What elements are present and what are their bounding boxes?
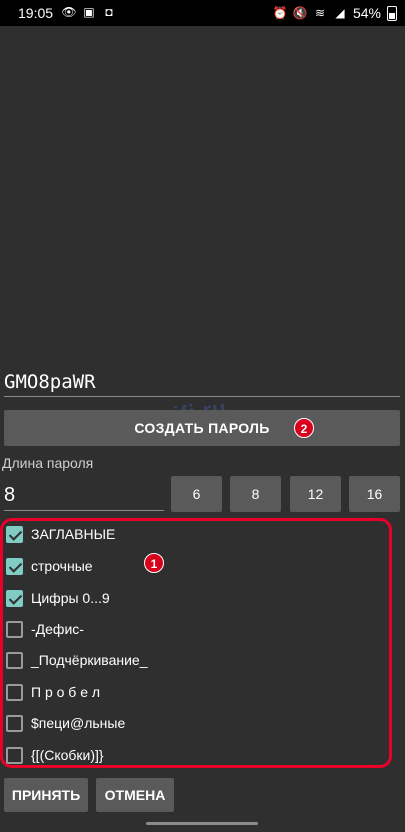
accept-button[interactable]: ПРИНЯТЬ (4, 778, 88, 812)
chat-icon: ▣ (83, 5, 95, 19)
checkbox[interactable] (6, 746, 23, 764)
alarm-icon: ⏰ (272, 6, 288, 20)
option-space[interactable]: П р о б е л (6, 680, 100, 704)
checkbox[interactable] (6, 525, 23, 543)
password-field[interactable]: GMO8paWR (4, 368, 400, 397)
eye-icon: 👁 (61, 5, 77, 19)
checkbox[interactable] (6, 651, 23, 669)
option-label: П р о б е л (31, 684, 101, 700)
preset-16-button[interactable]: 16 (349, 476, 400, 512)
checkbox[interactable] (6, 557, 23, 575)
checkbox[interactable] (6, 589, 23, 607)
preset-6-button[interactable]: 6 (171, 476, 222, 512)
signal-icon: ◢ (335, 6, 345, 20)
option-digits[interactable]: Цифры 0...9 (6, 586, 110, 610)
navigation-handle[interactable] (146, 822, 258, 825)
option-label: ЗАГЛАВНЫЕ (31, 526, 116, 542)
option-label: строчные (31, 558, 93, 574)
option-special[interactable]: $пеци@льные (6, 711, 125, 735)
annotation-badge-1: 1 (144, 553, 164, 573)
option-label: {[(Скобки)]} (31, 747, 104, 763)
wifi-icon: ≋ (314, 6, 325, 20)
battery-icon (387, 5, 397, 21)
photo-icon: ◘ (105, 5, 113, 19)
option-uppercase[interactable]: ЗАГЛАВНЫЕ (6, 522, 115, 546)
option-underscore[interactable]: _Подчёркивание_ (6, 648, 148, 672)
checkbox[interactable] (6, 714, 23, 732)
annotation-badge-2: 2 (294, 418, 314, 438)
option-label: _Подчёркивание_ (31, 652, 148, 668)
status-bar: 19:05 👁 ▣ ◘ ⏰ 🔇 ≋ ◢ 54% (0, 0, 405, 26)
status-time: 19:05 (18, 5, 54, 21)
option-label: Цифры 0...9 (31, 590, 110, 606)
mute-icon: 🔇 (292, 6, 308, 20)
preset-12-button[interactable]: 12 (290, 476, 341, 512)
battery-level: 54% (352, 5, 381, 21)
preset-8-button[interactable]: 8 (230, 476, 281, 512)
option-brackets[interactable]: {[(Скобки)]} (6, 743, 104, 767)
option-hyphen[interactable]: -Дефис- (6, 617, 84, 641)
length-label: Длина пароля (2, 455, 94, 471)
option-lowercase[interactable]: строчные (6, 554, 93, 578)
create-password-button[interactable]: СОЗДАТЬ ПАРОЛЬ (4, 410, 400, 446)
option-label: $пеци@льные (31, 715, 126, 731)
checkbox[interactable] (6, 683, 23, 701)
length-input[interactable]: 8 (4, 480, 164, 511)
checkbox[interactable] (6, 620, 23, 638)
option-label: -Дефис- (31, 621, 84, 637)
cancel-button[interactable]: ОТМЕНА (96, 778, 174, 812)
